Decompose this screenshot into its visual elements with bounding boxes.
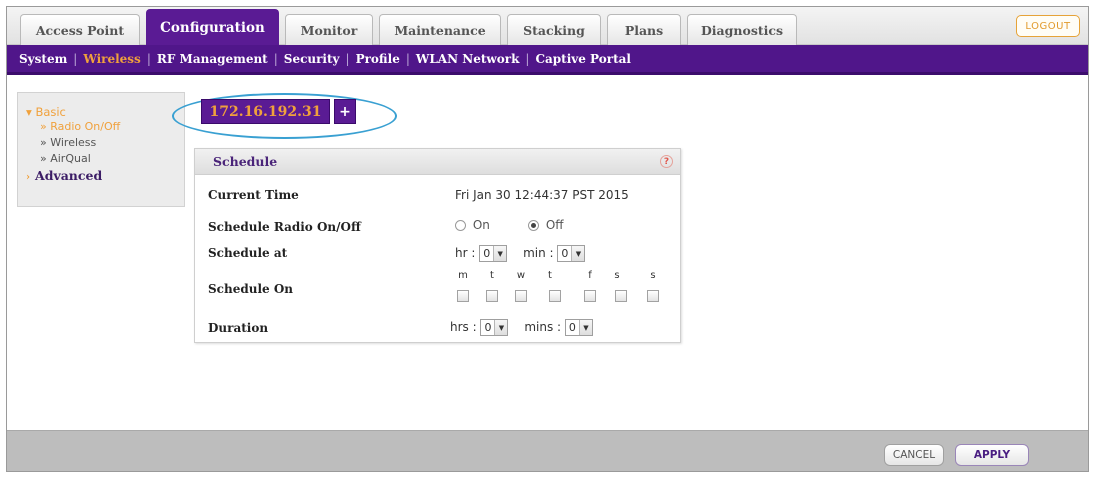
hrs-label: hrs : (450, 320, 477, 334)
subnav-rf-management[interactable]: RF Management (151, 52, 274, 66)
duration-controls: hrs : 0 ▼ mins : 0 ▼ (450, 319, 593, 336)
radio-on-option[interactable]: On (455, 218, 490, 232)
hr-select[interactable]: 0 ▼ (479, 245, 508, 262)
tab-monitor[interactable]: Monitor (285, 14, 373, 45)
min-select[interactable]: 0 ▼ (557, 245, 586, 262)
day-checkbox-friday[interactable] (584, 290, 596, 302)
hrs-select[interactable]: 0 ▼ (480, 319, 509, 336)
sub-nav-bar: System | Wireless | RF Management | Secu… (7, 45, 1088, 75)
mins-label: mins : (524, 320, 562, 334)
tab-access-point[interactable]: Access Point (20, 14, 140, 45)
menu-advanced[interactable]: › Advanced (26, 168, 184, 183)
subnav-wireless[interactable]: Wireless (77, 52, 147, 66)
day-label: f (588, 270, 592, 281)
schedule-panel: Schedule ? Current Time Fri Jan 30 12:44… (194, 148, 681, 343)
schedule-at-controls: hr : 0 ▼ min : 0 ▼ (455, 245, 586, 262)
tab-stacking[interactable]: Stacking (507, 14, 601, 45)
radio-off-button[interactable] (528, 220, 539, 231)
current-time-value: Fri Jan 30 12:44:37 PST 2015 (455, 188, 629, 202)
schedule-on-label: Schedule On (208, 282, 293, 296)
day-label: w (516, 270, 526, 281)
ip-address-tab[interactable]: 172.16.192.31 (201, 99, 330, 124)
subnav-profile[interactable]: Profile (350, 52, 406, 66)
add-ap-button[interactable]: + (334, 99, 356, 124)
chevron-down-icon: ▼ (571, 246, 585, 261)
menu-item-airqual[interactable]: » AirQual (26, 151, 184, 167)
main-tab-bar: Access Point Configuration Monitor Maint… (7, 7, 1088, 45)
mins-select[interactable]: 0 ▼ (564, 319, 593, 336)
schedule-panel-header: Schedule ? (195, 149, 680, 175)
cancel-button[interactable]: CANCEL (884, 444, 944, 466)
footer-bar: CANCEL APPLY (7, 430, 1088, 471)
hrs-select-value: 0 (484, 321, 492, 334)
schedule-radio-label: Schedule Radio On/Off (208, 220, 361, 234)
subnav-system[interactable]: System (13, 52, 73, 66)
subnav-wlan-network[interactable]: WLAN Network (410, 52, 526, 66)
apply-button[interactable]: APPLY (955, 444, 1029, 466)
chevron-down-icon: ▼ (493, 246, 507, 261)
day-label: m (458, 270, 468, 281)
panel-title: Schedule (213, 154, 278, 169)
menu-basic-label: Basic (35, 105, 66, 119)
left-menu: ▾ Basic » Radio On/Off » Wireless » AirQ… (17, 92, 185, 207)
day-label: t (490, 270, 494, 281)
tab-maintenance[interactable]: Maintenance (379, 14, 501, 45)
radio-on-button[interactable] (455, 220, 466, 231)
radio-on-label: On (472, 218, 490, 232)
hr-select-value: 0 (483, 247, 491, 260)
day-checkbox-tuesday[interactable] (486, 290, 498, 302)
expand-arrow-icon: ▾ (26, 105, 32, 119)
tab-plans[interactable]: Plans (607, 14, 681, 45)
collapse-arrow-icon: › (26, 172, 30, 183)
day-checkbox-thursday[interactable] (549, 290, 561, 302)
duration-label: Duration (208, 321, 269, 335)
menu-item-radio-on-off[interactable]: » Radio On/Off (26, 119, 184, 135)
menu-advanced-label: Advanced (35, 168, 103, 183)
hr-label: hr : (455, 246, 476, 260)
tab-configuration[interactable]: Configuration (146, 9, 279, 45)
menu-basic[interactable]: ▾ Basic (26, 105, 184, 119)
current-time-label: Current Time (208, 188, 299, 202)
day-label: s (614, 270, 620, 281)
day-label: t (548, 270, 552, 281)
chevron-down-icon: ▼ (494, 320, 508, 335)
menu-item-wireless[interactable]: » Wireless (26, 135, 184, 151)
day-label: s (650, 270, 656, 281)
day-checkbox-saturday[interactable] (615, 290, 627, 302)
radio-off-label: Off (545, 218, 564, 232)
subnav-captive-portal[interactable]: Captive Portal (529, 52, 637, 66)
day-checkbox-monday[interactable] (457, 290, 469, 302)
min-label: min : (523, 246, 554, 260)
chevron-down-icon: ▼ (578, 320, 592, 335)
logout-button[interactable]: LOGOUT (1016, 15, 1080, 37)
min-select-value: 0 (561, 247, 569, 260)
day-checkbox-wednesday[interactable] (515, 290, 527, 302)
help-icon[interactable]: ? (660, 155, 673, 168)
app-frame: Access Point Configuration Monitor Maint… (6, 6, 1089, 472)
schedule-at-label: Schedule at (208, 246, 288, 260)
day-checkbox-sunday[interactable] (647, 290, 659, 302)
tab-diagnostics[interactable]: Diagnostics (687, 14, 797, 45)
subnav-security[interactable]: Security (278, 52, 346, 66)
radio-off-option[interactable]: Off (528, 218, 564, 232)
mins-select-value: 0 (568, 321, 576, 334)
